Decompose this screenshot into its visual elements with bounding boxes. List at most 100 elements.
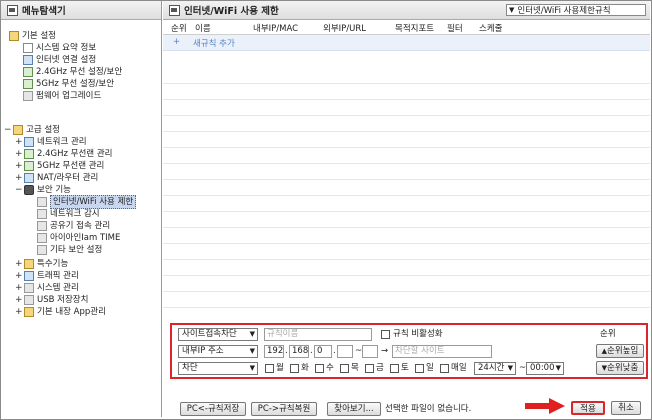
tree-item-traffic[interactable]: + 트래픽 관리	[15, 270, 79, 282]
time-end-value: 00:00	[530, 363, 555, 373]
time-end-select[interactable]: 00:00 ▼	[526, 362, 564, 375]
tree-item-network-monitor[interactable]: 네트워크 감시	[37, 208, 100, 220]
expand-icon[interactable]: +	[15, 148, 23, 160]
tree-item-label: 인터넷 연결 설정	[36, 55, 97, 65]
wifi-icon	[23, 79, 33, 89]
tree-item-system-summary[interactable]: 시스템 요약 정보	[23, 42, 96, 54]
tree-item-internet-setup[interactable]: 인터넷 연결 설정	[23, 54, 96, 66]
tree-item-internet-restrict[interactable]: 인터넷/WiFi 사용 제한	[37, 195, 137, 209]
tree-item-access-manage[interactable]: 공유기 접속 관리	[37, 220, 110, 232]
cancel-button[interactable]: 취소	[611, 401, 641, 415]
tree-item-apps[interactable]: + 기본 내장 App관리	[15, 306, 106, 318]
tree-item-wlan24[interactable]: + 2.4GHz 무선랜 관리	[15, 148, 112, 160]
content-header: 인터넷/WiFi 사용 제한 ▼ 인터넷/WiFi 사용제한규칙	[163, 1, 650, 20]
day-sat-checkbox[interactable]	[390, 364, 399, 373]
col-order[interactable]: 순위	[171, 22, 187, 34]
ip-octet-1-value: 192	[267, 346, 284, 356]
lock-icon	[24, 185, 34, 195]
ip-dot: .	[333, 346, 336, 356]
tree-item-wifi5-setup[interactable]: 5GHz 무선 설정/보안	[23, 78, 114, 90]
rule-name-placeholder: 규칙이름	[267, 329, 299, 339]
tree-group-label: 고급 설정	[26, 125, 60, 135]
dropdown-arrow-icon: ▼	[249, 364, 255, 372]
col-name[interactable]: 이름	[195, 22, 211, 34]
ip-range-end[interactable]	[362, 345, 378, 358]
expand-icon[interactable]: +	[15, 306, 23, 318]
day-mon-checkbox[interactable]	[265, 364, 274, 373]
tree-item-wlan5[interactable]: + 5GHz 무선랜 관리	[15, 160, 104, 172]
add-rule-row[interactable]: + 새규칙 추가	[163, 35, 650, 51]
tree-item-usb[interactable]: + USB 저장장치	[15, 294, 88, 306]
disable-rule-checkbox[interactable]	[381, 330, 390, 339]
tree-item-label: 특수기능	[37, 259, 69, 269]
collapse-icon[interactable]: −	[4, 124, 12, 136]
col-internal-ip[interactable]: 내부IP/MAC	[253, 22, 298, 34]
tree-item-iamtime[interactable]: 아이아인Iam TIME	[37, 232, 120, 244]
expand-icon[interactable]: +	[15, 282, 23, 294]
blocked-site-input[interactable]: 차단할 사이트	[392, 345, 492, 358]
rule-name-input[interactable]: 규칙이름	[264, 328, 372, 341]
tree-item-label: 시스템 요약 정보	[36, 43, 97, 53]
rule-table-header: 순위 이름 내부IP/MAC 외부IP/URL 목적지포트 필터 스케줄	[163, 20, 650, 35]
collapse-icon[interactable]: −	[15, 184, 23, 196]
ip-octet-2[interactable]: 168	[289, 345, 309, 358]
day-sun-label: 일	[426, 363, 434, 373]
view-select-value: 인터넷/WiFi 사용제한규칙	[517, 6, 611, 16]
ip-type-select[interactable]: 내부IP 주소 ▼	[178, 345, 258, 358]
rule-type-select[interactable]: 사이트접속차단 ▼	[178, 328, 258, 341]
day-wed-checkbox[interactable]	[315, 364, 324, 373]
wifi-icon	[23, 67, 33, 77]
tree-item-nat[interactable]: + NAT/라우터 관리	[15, 172, 98, 184]
tree-item-system[interactable]: + 시스템 관리	[15, 282, 79, 294]
col-dest-port[interactable]: 목적지포트	[395, 22, 434, 34]
usb-icon	[24, 295, 34, 305]
apps-icon	[24, 307, 34, 317]
page-icon	[37, 197, 47, 207]
wifi-icon	[24, 149, 34, 159]
expand-icon[interactable]: +	[15, 294, 23, 306]
selected-file-label: 선택한 파일이 없습니다.	[385, 404, 472, 414]
day-everyday-checkbox[interactable]	[440, 364, 449, 373]
day-sun-checkbox[interactable]	[415, 364, 424, 373]
page-icon	[37, 221, 47, 231]
expand-icon[interactable]: +	[15, 270, 23, 282]
tree-item-network[interactable]: + 네트워크 관리	[15, 136, 87, 148]
browse-button[interactable]: 찾아보기...	[327, 402, 381, 416]
tree-group-advanced[interactable]: − 고급 설정	[4, 124, 60, 136]
order-up-button[interactable]: ▲순위높임	[596, 344, 644, 358]
dropdown-arrow-icon: ▼	[249, 330, 255, 338]
day-fri-checkbox[interactable]	[365, 364, 374, 373]
col-external-ip[interactable]: 외부IP/URL	[323, 22, 366, 34]
network-icon	[23, 55, 33, 65]
tree-item-wifi24-setup[interactable]: 2.4GHz 무선 설정/보안	[23, 66, 122, 78]
expand-icon[interactable]: +	[15, 160, 23, 172]
action-select[interactable]: 차단 ▼	[178, 362, 258, 375]
tree-item-other-security[interactable]: 기타 보안 설정	[37, 244, 102, 256]
tree-group-basic[interactable]: 기본 설정	[9, 30, 56, 42]
ip-octet-1[interactable]: 192	[264, 345, 284, 358]
ip-octet-4[interactable]	[337, 345, 353, 358]
tree-item-label: 5GHz 무선 설정/보안	[36, 79, 115, 89]
col-schedule[interactable]: 스케줄	[479, 22, 502, 34]
col-filter[interactable]: 필터	[447, 22, 463, 34]
system-icon	[24, 283, 34, 293]
expand-icon[interactable]: +	[15, 136, 23, 148]
tree-item-special[interactable]: + 특수기능	[15, 258, 68, 270]
order-down-button[interactable]: ▼순위낮춤	[596, 361, 644, 375]
expand-icon[interactable]: +	[15, 258, 23, 270]
tree-item-label: 기본 내장 App관리	[37, 307, 106, 317]
restore-rules-button[interactable]: PC->규칙복원	[251, 402, 317, 416]
save-rules-button[interactable]: PC<-규칙저장	[180, 402, 246, 416]
tree-item-firmware[interactable]: 펌웨어 업그레이드	[23, 90, 101, 102]
apply-button[interactable]: 적용	[571, 401, 605, 415]
tree-item-label: 공유기 접속 관리	[50, 221, 111, 231]
day-thu-checkbox[interactable]	[340, 364, 349, 373]
view-select[interactable]: ▼ 인터넷/WiFi 사용제한규칙	[506, 4, 646, 16]
editor-row-2: 내부IP 주소 ▼ 192 . 168 . 0 . ~ → 차단할 사이트 ▲순…	[172, 344, 646, 361]
ip-octet-3[interactable]: 0	[314, 345, 332, 358]
time-start-value: 24시간	[478, 363, 505, 373]
tree-item-label-selected: 인터넷/WiFi 사용 제한	[50, 195, 137, 209]
expand-icon[interactable]: +	[15, 172, 23, 184]
day-tue-checkbox[interactable]	[290, 364, 299, 373]
time-start-select[interactable]: 24시간 ▼	[474, 362, 516, 375]
